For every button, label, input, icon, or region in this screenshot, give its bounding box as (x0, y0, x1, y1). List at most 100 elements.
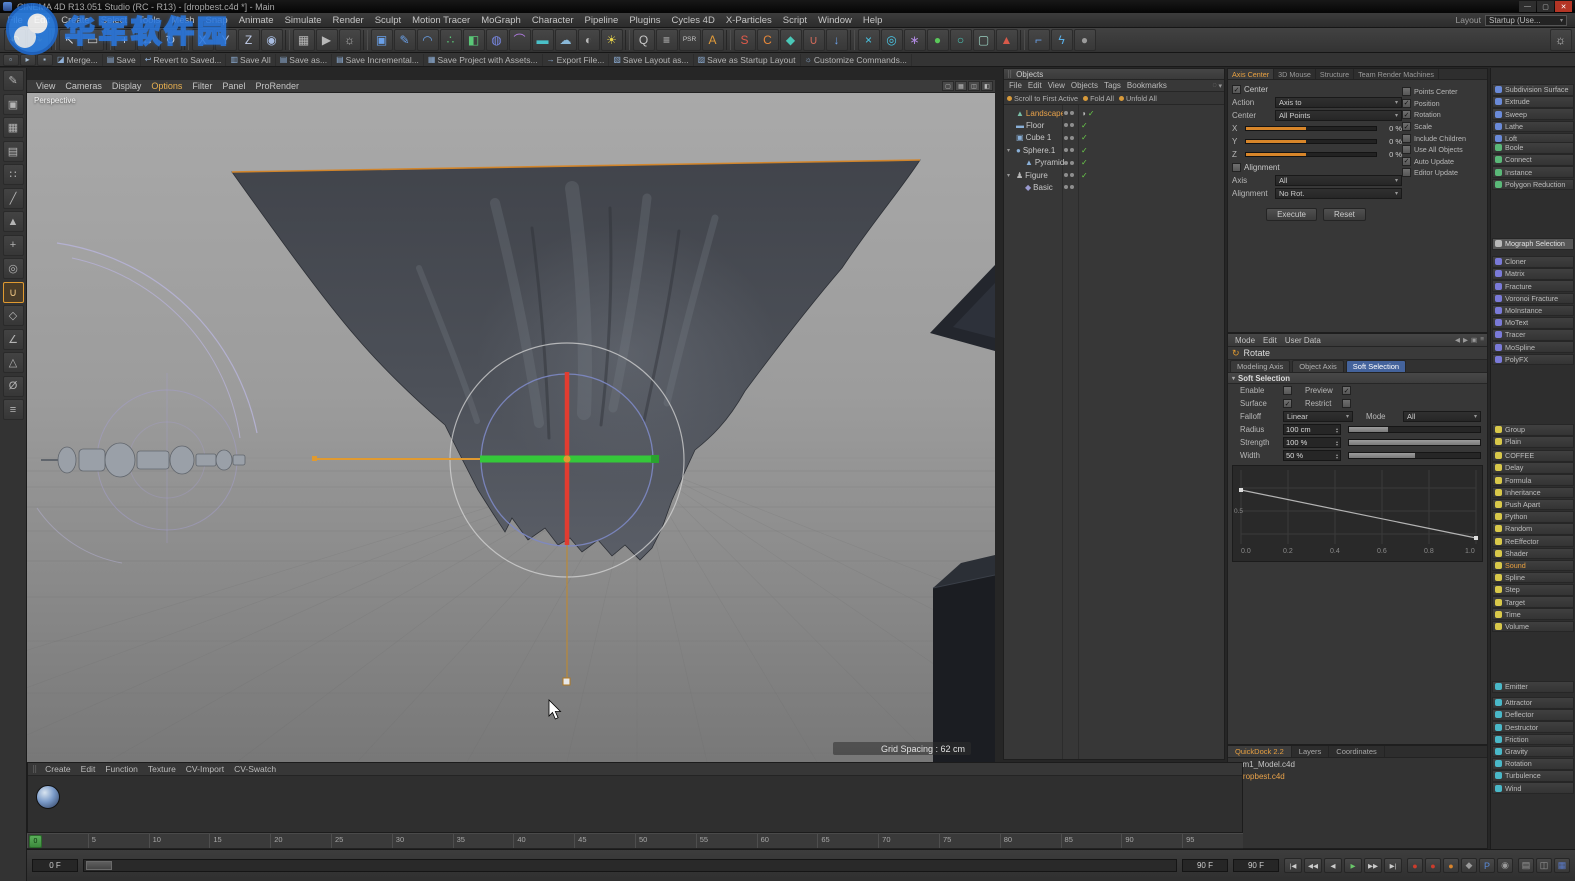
single-view-icon[interactable]: ▢ (942, 81, 954, 91)
psr-transfer-icon[interactable]: PSR (679, 29, 701, 51)
command-destructor[interactable]: Destructor (1492, 721, 1574, 733)
panel-grip-icon[interactable]: ⣿ (1007, 70, 1013, 78)
checkbox-position[interactable] (1402, 99, 1411, 108)
swap-view-icon[interactable]: ◫ (968, 81, 980, 91)
snap-magnet-icon[interactable]: ∪ (803, 29, 825, 51)
gizmo-center-handle[interactable] (564, 456, 571, 463)
material-menu-cv-import[interactable]: CV-Import (181, 764, 229, 774)
render-visibility-dot[interactable] (1070, 111, 1074, 115)
collider-body-icon[interactable]: ○ (950, 29, 972, 51)
menu-simulate[interactable]: Simulate (279, 13, 327, 27)
file-command-save[interactable]: ▤Save (103, 54, 141, 66)
render-settings-icon[interactable]: ☼ (339, 29, 361, 51)
y-axis-lock-icon[interactable]: Y (215, 29, 237, 51)
minimize-button[interactable]: — (1519, 1, 1536, 12)
quickdock-tab-quickdock-2-2[interactable]: QuickDock 2.2 (1228, 746, 1292, 757)
width-slider[interactable] (1348, 452, 1481, 459)
curve-point-end[interactable] (1474, 536, 1478, 540)
axis-tab-structure[interactable]: Structure (1316, 69, 1354, 79)
attributes-menu-user-data[interactable]: User Data (1281, 336, 1325, 345)
checkbox-points-center[interactable] (1402, 87, 1411, 96)
menu-pipeline[interactable]: Pipeline (579, 13, 624, 27)
goto-start-button[interactable]: |◀ (1284, 858, 1302, 873)
menu-mesh[interactable]: Mesh (166, 13, 200, 27)
command-gravity[interactable]: Gravity (1492, 746, 1574, 758)
check-tag[interactable]: ✓ (1081, 133, 1088, 142)
boole-generator-icon[interactable]: ◧ (463, 29, 485, 51)
workplane-mode-icon[interactable]: ▤ (3, 141, 24, 162)
axis-tab-3d-mouse[interactable]: 3D Mouse (1274, 69, 1316, 79)
menu-x-particles[interactable]: X-Particles (720, 13, 777, 27)
command-coffee[interactable]: COFFEE (1492, 450, 1574, 462)
corner-app-icon[interactable]: ▦ (1554, 858, 1570, 873)
enable-axis-icon[interactable]: + (3, 235, 24, 256)
strength-slider[interactable] (1348, 439, 1481, 446)
command-boole[interactable]: Boole (1492, 142, 1574, 154)
range-slider-handle[interactable] (86, 861, 112, 870)
menu-edit[interactable]: Edit (28, 13, 55, 27)
command-subdivision-surface[interactable]: Subdivision Surface (1492, 84, 1574, 96)
command-deflector[interactable]: Deflector (1492, 709, 1574, 721)
menu-help[interactable]: Help (857, 13, 888, 27)
falloff-curve-editor[interactable]: 0.5 0.0 0.2 0.4 0.6 0.8 1.0 (1232, 465, 1483, 562)
array-generator-icon[interactable]: ∴ (440, 29, 462, 51)
command-friction[interactable]: Friction (1492, 734, 1574, 746)
x-axis-lock-icon[interactable]: X (192, 29, 214, 51)
atom-array-icon[interactable]: ∗ (904, 29, 926, 51)
render-view-icon[interactable]: ▦ (293, 29, 315, 51)
timeline-frame-65[interactable]: 65 (817, 834, 878, 848)
lightning-icon[interactable]: ϟ (1051, 29, 1073, 51)
render-visibility-dot[interactable] (1070, 136, 1074, 140)
action-dropdown[interactable]: Axis to (1275, 97, 1402, 108)
axis-x-slider[interactable] (1245, 126, 1377, 131)
timeline-frame-80[interactable]: 80 (1000, 834, 1061, 848)
visibility-dots[interactable] (1064, 185, 1074, 189)
file-command-revert-to-saved[interactable]: ↩Revert to Saved... (141, 54, 227, 66)
check-tag[interactable]: ✓ (1081, 158, 1088, 167)
node-material-icon[interactable]: ◆ (780, 29, 802, 51)
scale-tool-icon[interactable]: ↔ (137, 29, 159, 51)
cloth-tool-icon[interactable]: ▢ (973, 29, 995, 51)
attr-back-icon[interactable]: ◀ (1455, 336, 1460, 344)
file-command-save-project-with-assets[interactable]: ▦Save Project with Assets... (424, 54, 543, 66)
command-python[interactable]: Python (1492, 511, 1574, 523)
object-row-cube-1[interactable]: ▣Cube 1✓ (1004, 132, 1224, 144)
menu-file[interactable]: File (2, 13, 28, 27)
command-reeffector[interactable]: ReEffector (1492, 535, 1574, 547)
file-command-save-as[interactable]: ▤Save as... (276, 54, 332, 66)
file-command-save-incremental[interactable]: ▤Save Incremental... (332, 54, 424, 66)
option-scale[interactable]: Scale (1402, 121, 1485, 133)
objects-menu-objects[interactable]: Objects (1068, 81, 1101, 90)
checkbox-scale[interactable] (1402, 122, 1411, 131)
timeline-frame-15[interactable]: 15 (209, 834, 270, 848)
viewport-menu-options[interactable]: Options (146, 81, 187, 91)
floor-object-icon[interactable]: ▬ (532, 29, 554, 51)
command-inheritance[interactable]: Inheritance (1492, 487, 1574, 499)
axis-y-slider[interactable] (1245, 139, 1377, 144)
current-frame-field[interactable]: 0 F (32, 859, 78, 872)
render-visibility-dot[interactable] (1070, 161, 1074, 165)
close-button[interactable]: ✕ (1555, 1, 1572, 12)
gray-sphere-icon[interactable]: ● (1074, 29, 1096, 51)
model-mode-icon[interactable]: ▣ (3, 94, 24, 115)
surface-checkbox[interactable] (1283, 399, 1292, 408)
timeline-frame-30[interactable]: 30 (392, 834, 453, 848)
editor-visibility-dot[interactable] (1064, 111, 1068, 115)
timeline-frame-5[interactable]: 5 (88, 834, 149, 848)
render-visibility-dot[interactable] (1070, 148, 1074, 152)
timeline-frame-90[interactable]: 90 (1121, 834, 1182, 848)
command-attractor[interactable]: Attractor (1492, 697, 1574, 709)
attributes-menu-mode[interactable]: Mode (1231, 336, 1259, 345)
timeline-frame-35[interactable]: 35 (453, 834, 514, 848)
material-menu-create[interactable]: Create (40, 764, 76, 774)
polygons-mode-icon[interactable]: ▲ (3, 211, 24, 232)
visibility-dots[interactable] (1064, 161, 1074, 165)
option-points-center[interactable]: Points Center (1402, 86, 1485, 98)
file-command-merge[interactable]: ◪Merge... (53, 54, 103, 66)
material-menu-edit[interactable]: Edit (76, 764, 101, 774)
edges-mode-icon[interactable]: ╱ (3, 188, 24, 209)
object-row-figure[interactable]: ▾♟Figure✓ (1004, 169, 1224, 181)
menu-plugins[interactable]: Plugins (624, 13, 666, 27)
render-picture-viewer-icon[interactable]: ▶ (316, 29, 338, 51)
light-object-icon[interactable]: ☀ (601, 29, 623, 51)
